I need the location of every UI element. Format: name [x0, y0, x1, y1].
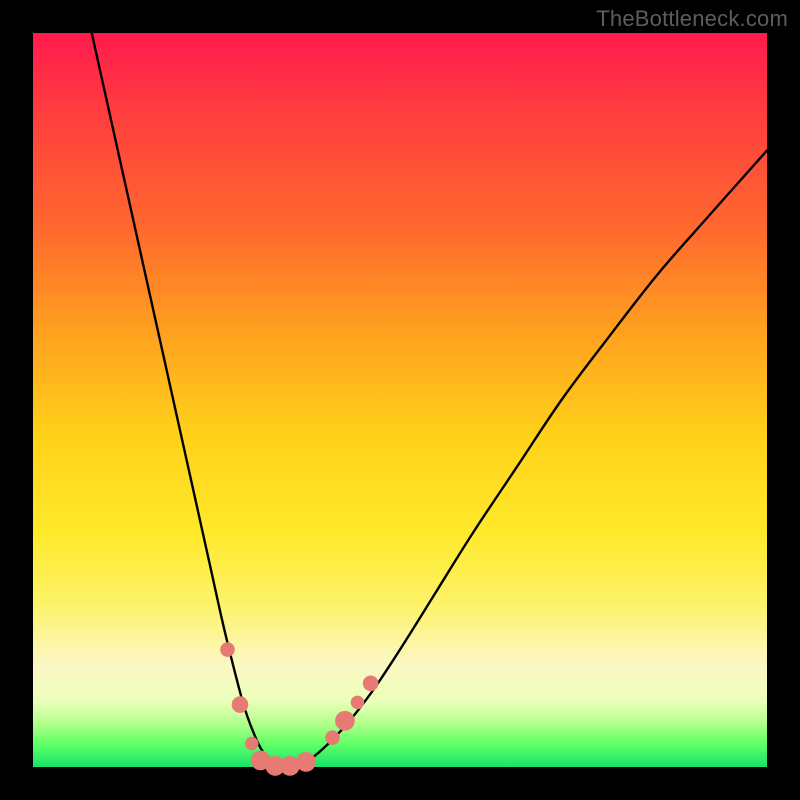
- curve-marker: [296, 752, 316, 772]
- curve-marker: [335, 711, 355, 731]
- chart-svg: [33, 33, 767, 767]
- watermark-text: TheBottleneck.com: [596, 6, 788, 32]
- bottleneck-curve: [92, 33, 767, 766]
- curve-marker: [351, 696, 365, 710]
- plot-background: [33, 33, 767, 767]
- curve-marker: [232, 696, 249, 713]
- curve-markers: [220, 642, 378, 776]
- curve-marker: [220, 642, 235, 657]
- curve-marker: [325, 730, 340, 745]
- curve-marker: [245, 737, 259, 751]
- chart-frame: TheBottleneck.com: [0, 0, 800, 800]
- curve-marker: [363, 676, 379, 692]
